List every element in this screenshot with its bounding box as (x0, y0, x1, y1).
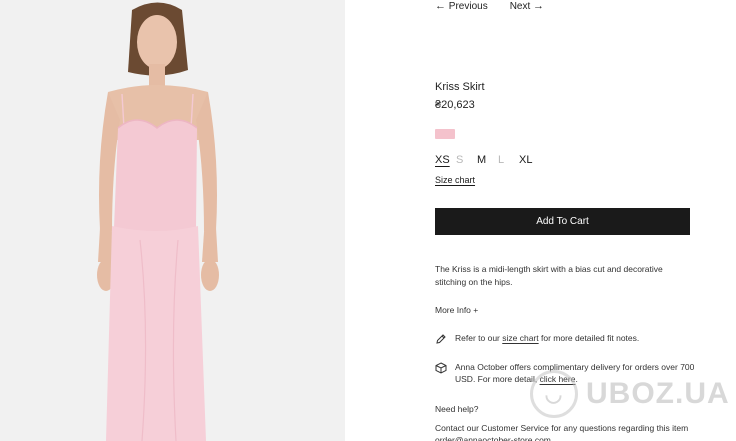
size-option-xl[interactable]: XL (519, 154, 540, 166)
next-link[interactable]: Next → (510, 0, 544, 12)
next-label: Next (509, 1, 531, 12)
help-text: Contact our Customer Service for any que… (435, 423, 689, 441)
size-option-l: L (498, 154, 505, 166)
product-navigation: ← Previous Next → (435, 0, 544, 12)
color-swatch-pink[interactable] (435, 129, 455, 139)
size-option-xs[interactable]: XS (435, 154, 456, 166)
size-option-s: S (456, 154, 464, 166)
product-image[interactable] (0, 0, 345, 441)
arrow-right-icon: → (533, 0, 545, 12)
previous-link[interactable]: ← Previous (435, 0, 488, 12)
size-chart-link[interactable]: Size chart (435, 175, 475, 185)
size-selector: XS S M L XL (435, 154, 540, 166)
watermark: ◡ UBOZ.UA (530, 370, 730, 418)
watermark-text: UBOZ.UA (586, 377, 730, 410)
box-icon (435, 362, 447, 374)
fit-note-suffix: for more detailed fit notes. (538, 333, 640, 343)
add-to-cart-button[interactable]: Add To Cart (435, 208, 690, 235)
product-description: The Kriss is a midi-length skirt with a … (435, 264, 663, 287)
watermark-logo-icon: ◡ (530, 370, 578, 418)
product-price: ₴20,623 (435, 99, 475, 111)
pencil-icon (436, 334, 446, 344)
size-option-m[interactable]: M (477, 154, 498, 166)
fit-note-text: Refer to our (455, 333, 503, 343)
more-info-toggle[interactable]: More Info + (435, 305, 478, 315)
help-title: Need help? (435, 404, 479, 414)
fit-size-chart-link[interactable]: size chart (502, 333, 538, 343)
product-title: Kriss Skirt (435, 81, 485, 93)
fit-note: Refer to our size chart for more detaile… (435, 332, 695, 345)
arrow-left-icon: ← (435, 0, 446, 12)
model-illustration (97, 2, 219, 441)
previous-label: Previous (448, 1, 488, 12)
